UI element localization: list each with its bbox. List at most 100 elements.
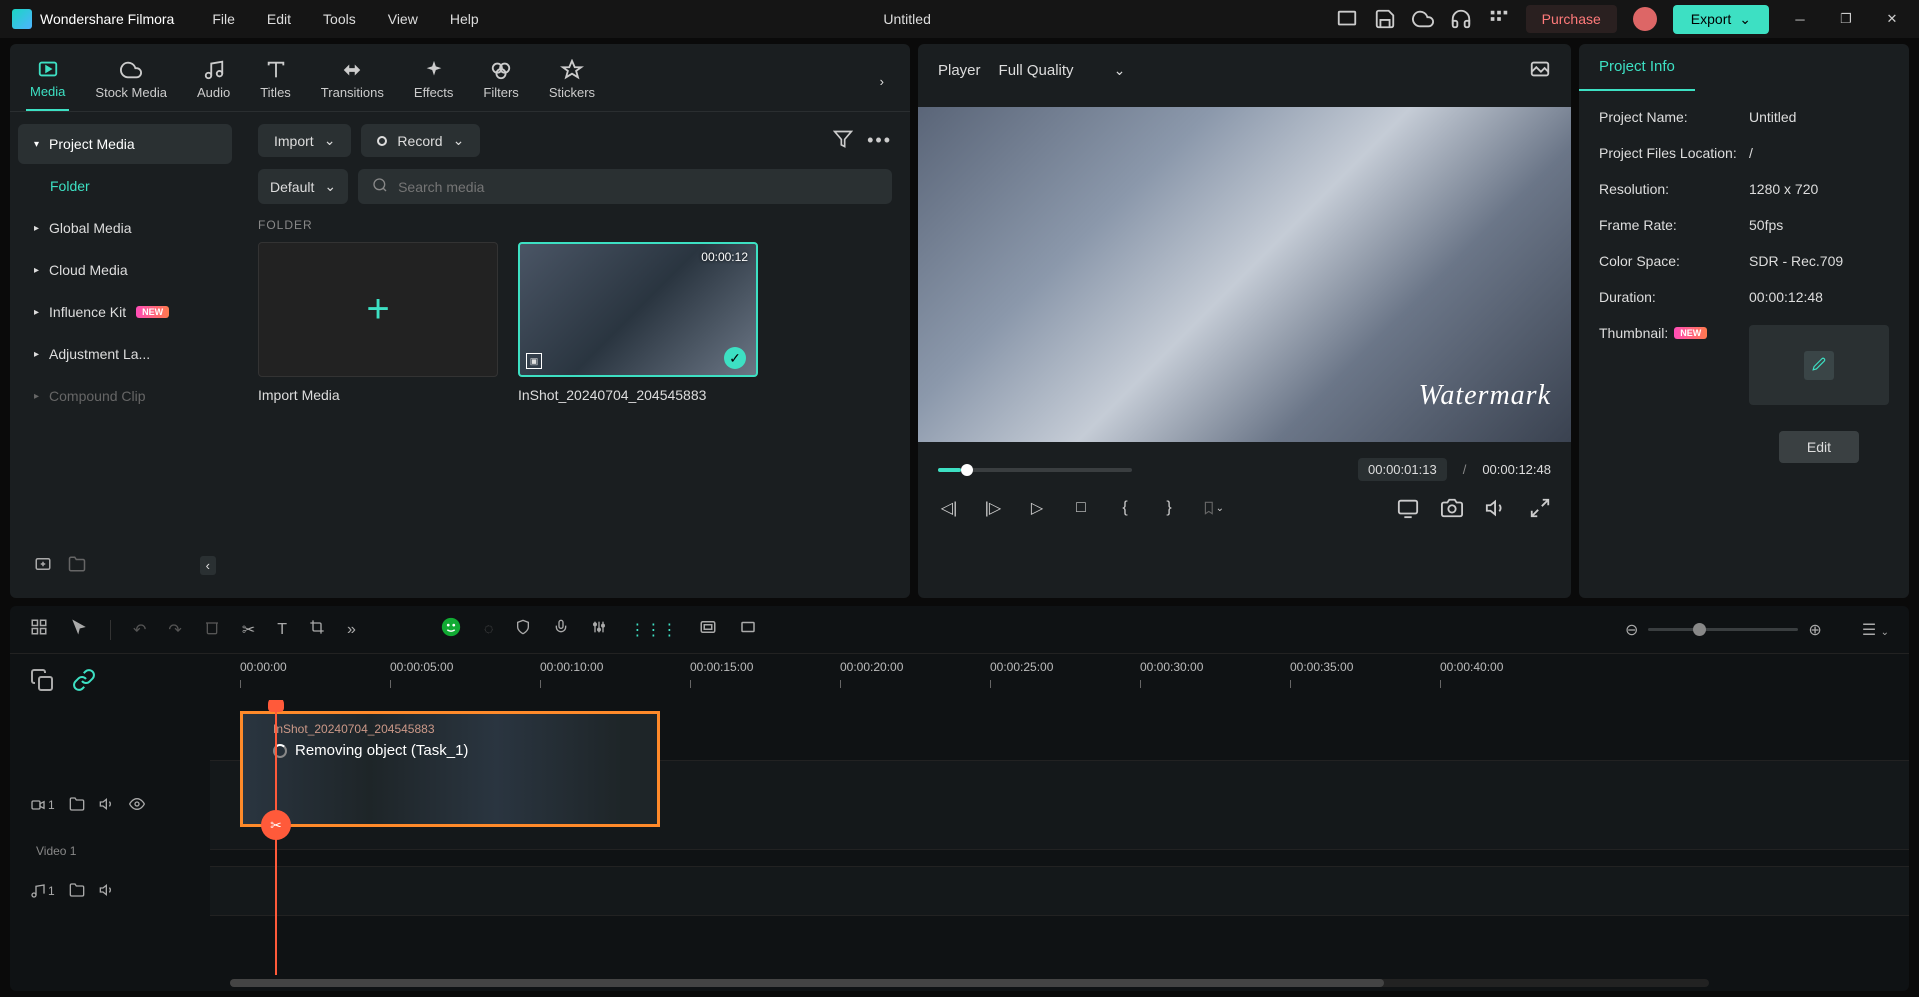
- time-ruler[interactable]: 00:00:00 00:00:05:00 00:00:10:00 00:00:1…: [210, 660, 1909, 700]
- split-icon[interactable]: ✂: [242, 620, 255, 640]
- save-icon[interactable]: [1374, 8, 1396, 30]
- scrub-handle[interactable]: [961, 464, 973, 476]
- aspect-icon[interactable]: [739, 618, 757, 641]
- audio-track-body[interactable]: [210, 866, 1909, 916]
- grid-icon[interactable]: [30, 618, 48, 641]
- sidebar-item-adjustment-layer[interactable]: ▸Adjustment La...: [18, 334, 232, 374]
- play-button[interactable]: ▷: [1026, 497, 1048, 519]
- text-icon[interactable]: T: [277, 621, 287, 639]
- zoom-in-button[interactable]: ⊕: [1808, 620, 1821, 640]
- cloud-icon[interactable]: [1412, 8, 1434, 30]
- import-media-card[interactable]: + Import Media: [258, 242, 498, 403]
- marker-dropdown[interactable]: ⌄: [1202, 497, 1224, 519]
- scroll-thumb[interactable]: [230, 979, 1384, 987]
- track-options-icon[interactable]: ☰ ⌄: [1862, 620, 1889, 640]
- menu-view[interactable]: View: [388, 11, 418, 27]
- scrub-track[interactable]: [938, 468, 1132, 472]
- more-tools-icon[interactable]: »: [347, 621, 356, 639]
- folder-icon[interactable]: [69, 796, 85, 815]
- clip-thumb[interactable]: 00:00:12 ▣ ✓: [518, 242, 758, 377]
- undo-icon[interactable]: ↶: [133, 620, 146, 640]
- search-input[interactable]: [398, 179, 878, 195]
- scope-icon[interactable]: [1529, 58, 1551, 83]
- playhead[interactable]: ✂: [275, 700, 277, 975]
- shield-icon[interactable]: [515, 619, 531, 640]
- video-track-body[interactable]: InShot_20240704_204545883 Removing objec…: [210, 760, 1909, 850]
- mixer-icon[interactable]: [591, 619, 607, 640]
- video-track-icon[interactable]: 1: [30, 797, 55, 813]
- crop-icon[interactable]: [309, 619, 325, 640]
- user-avatar-icon[interactable]: [1633, 7, 1657, 31]
- link-icon[interactable]: [72, 668, 96, 692]
- tabs-scroll-right[interactable]: ›: [870, 74, 894, 89]
- minimize-button[interactable]: ─: [1785, 4, 1815, 34]
- sidebar-item-cloud-media[interactable]: ▸Cloud Media: [18, 250, 232, 290]
- add-media-thumb[interactable]: +: [258, 242, 498, 377]
- mark-in-button[interactable]: {: [1114, 497, 1136, 519]
- menu-tools[interactable]: Tools: [323, 11, 356, 27]
- volume-icon[interactable]: [1485, 497, 1507, 519]
- import-button[interactable]: Import⌄: [258, 124, 351, 157]
- fullscreen-icon[interactable]: [1529, 497, 1551, 519]
- tab-stock-media[interactable]: Stock Media: [91, 53, 171, 110]
- redo-icon[interactable]: ↷: [168, 620, 181, 640]
- copy-track-icon[interactable]: [30, 668, 54, 692]
- media-clip-card[interactable]: 00:00:12 ▣ ✓ InShot_20240704_204545883: [518, 242, 758, 403]
- video-preview[interactable]: Watermark: [918, 107, 1571, 442]
- purchase-button[interactable]: Purchase: [1526, 5, 1617, 33]
- collapse-sidebar-button[interactable]: ‹: [200, 556, 216, 575]
- mute-icon[interactable]: [99, 796, 115, 815]
- audio-track-icon[interactable]: 1: [30, 883, 55, 899]
- record-button[interactable]: Record⌄: [361, 124, 480, 157]
- zoom-out-button[interactable]: ⊖: [1625, 620, 1638, 640]
- tab-effects[interactable]: Effects: [410, 53, 458, 110]
- layout-icon[interactable]: [1336, 8, 1358, 30]
- maximize-button[interactable]: ❐: [1831, 4, 1861, 34]
- more-icon[interactable]: •••: [867, 130, 892, 151]
- new-bin-icon[interactable]: [34, 555, 52, 576]
- close-button[interactable]: ✕: [1877, 4, 1907, 34]
- tab-audio[interactable]: Audio: [193, 53, 234, 110]
- quality-dropdown[interactable]: Full Quality: [999, 58, 1126, 83]
- sidebar-item-compound-clip[interactable]: ▸Compound Clip: [18, 376, 232, 416]
- eye-icon[interactable]: [129, 796, 145, 815]
- tab-titles[interactable]: Titles: [256, 53, 295, 110]
- auto-cut-icon[interactable]: ⋮⋮⋮: [629, 620, 677, 640]
- headphone-icon[interactable]: [1450, 8, 1472, 30]
- display-icon[interactable]: [1397, 497, 1419, 519]
- tab-filters[interactable]: Filters: [479, 53, 522, 110]
- playhead-cut-icon[interactable]: ✂: [261, 810, 291, 840]
- edit-button[interactable]: Edit: [1779, 431, 1859, 463]
- sort-dropdown[interactable]: Default⌄: [258, 169, 348, 204]
- menu-edit[interactable]: Edit: [267, 11, 291, 27]
- delete-icon[interactable]: [204, 619, 220, 640]
- tab-transitions[interactable]: Transitions: [317, 53, 388, 110]
- new-folder-icon[interactable]: [68, 555, 86, 576]
- snapshot-icon[interactable]: [1441, 497, 1463, 519]
- apps-icon[interactable]: [1488, 8, 1510, 30]
- tab-project-info[interactable]: Project Info: [1579, 44, 1695, 91]
- sidebar-item-global-media[interactable]: ▸Global Media: [18, 208, 232, 248]
- mic-icon[interactable]: [553, 619, 569, 640]
- stop-button[interactable]: □: [1070, 497, 1092, 519]
- prev-frame-button[interactable]: ◁|: [938, 497, 960, 519]
- thumbnail-preview[interactable]: [1749, 325, 1889, 405]
- pencil-icon[interactable]: [1804, 351, 1834, 380]
- timeline-clip[interactable]: InShot_20240704_204545883 Removing objec…: [240, 711, 660, 827]
- tab-media[interactable]: Media: [26, 52, 69, 111]
- mute-icon[interactable]: [99, 882, 115, 901]
- tab-stickers[interactable]: Stickers: [545, 53, 599, 110]
- sidebar-item-folder[interactable]: Folder: [18, 166, 232, 206]
- mark-out-button[interactable]: }: [1158, 497, 1180, 519]
- sidebar-item-project-media[interactable]: ▾Project Media: [18, 124, 232, 164]
- ai-icon[interactable]: [440, 616, 462, 643]
- zoom-handle[interactable]: [1693, 623, 1706, 636]
- folder-icon[interactable]: [69, 882, 85, 901]
- cursor-icon[interactable]: [70, 618, 88, 641]
- render-icon[interactable]: [699, 618, 717, 641]
- filter-icon[interactable]: [833, 129, 853, 152]
- next-frame-button[interactable]: |▷: [982, 497, 1004, 519]
- sidebar-item-influence-kit[interactable]: ▸Influence KitNEW: [18, 292, 232, 332]
- export-button[interactable]: Export⌄: [1673, 5, 1769, 34]
- zoom-slider[interactable]: [1648, 628, 1798, 631]
